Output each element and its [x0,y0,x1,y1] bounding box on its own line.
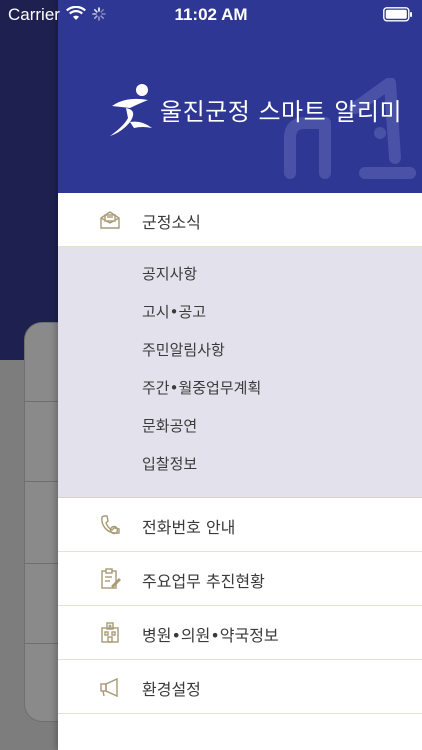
clipboard-icon [98,567,122,591]
submenu-item-bids[interactable]: 입찰정보 [58,449,422,487]
menu-item-label: 환경설정 [142,680,201,699]
submenu-item-announcements[interactable]: 고시•공고 [58,297,422,335]
menu-item-major-work-status[interactable]: 주요업무 추진현황 [58,552,422,606]
mail-open-icon [98,208,122,232]
menu-item-settings[interactable]: 환경설정 [58,660,422,714]
navigation-drawer: 울진군정 스마트 알리미 군정소식 공지사항 고시•공고 주민알림사항 주간•월… [58,0,422,750]
megaphone-icon [98,675,122,699]
drawer-menu: 군정소식 공지사항 고시•공고 주민알림사항 주간•월중업무계획 문화공연 입찰… [58,193,422,714]
menu-item-label: 군정소식 [142,213,201,232]
menu-item-label: 병원•의원•약국정보 [142,626,279,645]
submenu-item-notices[interactable]: 공지사항 [58,259,422,297]
hospital-icon [98,621,122,645]
status-bar: Carrier 11:02 AM [0,0,422,30]
submenu-item-work-plans[interactable]: 주간•월중업무계획 [58,373,422,411]
app-title: 울진군정 스마트 알리미 [160,98,403,126]
submenu-item-culture-events[interactable]: 문화공연 [58,411,422,449]
battery-icon [383,7,413,22]
menu-item-county-news[interactable]: 군정소식 [58,193,422,247]
submenu-county-news: 공지사항 고시•공고 주민알림사항 주간•월중업무계획 문화공연 입찰정보 [58,247,422,498]
menu-item-hospital-pharmacy[interactable]: 병원•의원•약국정보 [58,606,422,660]
submenu-item-resident-notices[interactable]: 주민알림사항 [58,335,422,373]
menu-item-phone-directory[interactable]: 전화번호 안내 [58,498,422,552]
uljin-logo-icon [110,84,152,136]
clock: 11:02 AM [174,5,248,24]
menu-item-label: 주요업무 추진현황 [142,572,265,591]
phone-icon [98,513,122,537]
menu-item-label: 전화번호 안내 [142,518,236,537]
